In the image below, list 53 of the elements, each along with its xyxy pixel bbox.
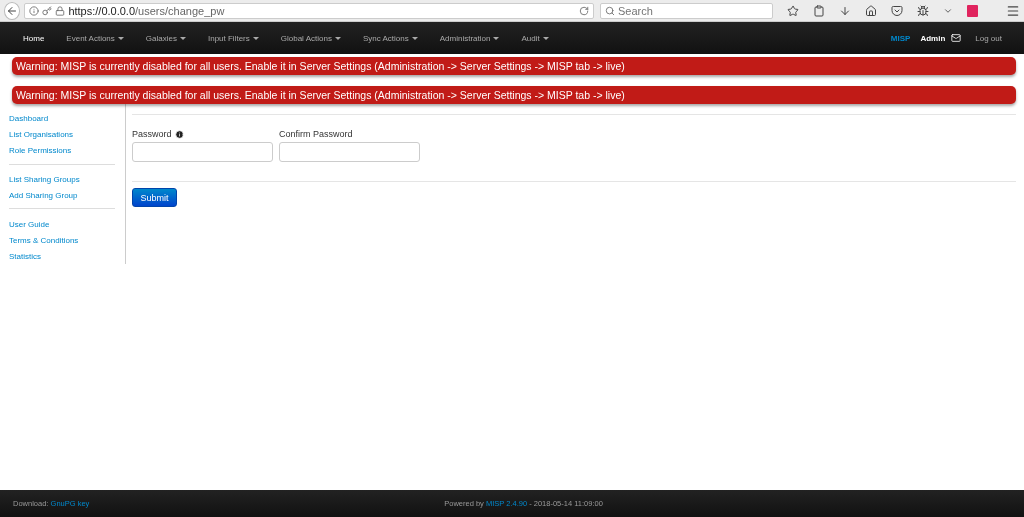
caret-icon — [493, 36, 500, 40]
info-icon — [29, 5, 40, 16]
caret-icon — [252, 36, 259, 40]
password-input[interactable] — [132, 142, 273, 162]
password-input[interactable] — [279, 142, 420, 162]
caret-icon — [334, 36, 341, 40]
submit-button[interactable]: Submit — [132, 188, 177, 207]
nav-item[interactable]: Administration — [428, 33, 511, 43]
brand-label: MISP — [890, 33, 911, 43]
user-link[interactable]: Admin — [920, 33, 946, 43]
download-icon[interactable] — [839, 4, 851, 17]
lock-warning-icon — [55, 5, 66, 16]
pocket-icon[interactable] — [891, 4, 903, 17]
caret-icon — [117, 36, 124, 40]
star-icon[interactable] — [787, 4, 799, 17]
back-button[interactable] — [4, 1, 21, 20]
clipboard-icon[interactable] — [813, 4, 825, 17]
sidebar-link[interactable]: List Organisations — [9, 126, 125, 143]
sidebar-link[interactable]: User Guide — [9, 216, 125, 233]
caret-icon — [179, 36, 186, 40]
nav-item[interactable]: Event Actions — [55, 33, 135, 43]
caret-icon — [542, 36, 549, 40]
home-icon[interactable] — [865, 4, 877, 17]
search-input[interactable]: Search — [618, 4, 768, 17]
logout-link[interactable]: Log out — [975, 33, 1002, 43]
nav-item[interactable]: Galaxies — [134, 33, 197, 43]
search-icon — [605, 5, 615, 16]
sidebar-link[interactable]: List Sharing Groups — [9, 171, 125, 188]
sidebar-link[interactable]: Role Permissions — [9, 142, 125, 159]
nav-item[interactable]: Global Actions — [269, 33, 352, 43]
nav-item[interactable]: Audit — [510, 33, 560, 43]
mail-icon[interactable] — [951, 33, 962, 43]
field-label: Password — [132, 129, 273, 139]
key-icon — [42, 5, 53, 16]
nav-item[interactable]: Input Filters — [196, 33, 270, 43]
app-icon[interactable] — [967, 4, 978, 17]
sidebar-link[interactable]: Statistics — [9, 248, 125, 264]
warning-toast: Warning: MISP is currently disabled for all users. Enable it in Server Settings (Administration -> Server Settings -> MISP tab -> live) — [12, 57, 1016, 75]
caret-icon — [411, 36, 418, 40]
field-label: Confirm Password — [279, 129, 354, 139]
menu-icon[interactable] — [1006, 3, 1020, 18]
address-bar[interactable]: https://0.0.0.0/users/change_pw — [24, 2, 594, 19]
nav-item[interactable]: Sync Actions — [351, 33, 429, 43]
sidebar-link[interactable]: Terms & Conditions — [9, 232, 125, 249]
warning-toast: Warning: MISP is currently disabled for all users. Enable it in Server Settings (Administration -> Server Settings -> MISP tab -> live) — [12, 86, 1016, 104]
sidebar-link[interactable]: Add Sharing Group — [9, 187, 125, 204]
nav-item[interactable]: Home — [12, 33, 56, 43]
reload-icon[interactable] — [579, 5, 589, 16]
info-icon — [174, 129, 184, 139]
search-field[interactable]: Search — [600, 2, 773, 19]
back-arrow-icon — [6, 4, 19, 17]
bug-icon[interactable] — [917, 4, 929, 17]
sidebar-link[interactable]: Dashboard — [9, 111, 125, 127]
